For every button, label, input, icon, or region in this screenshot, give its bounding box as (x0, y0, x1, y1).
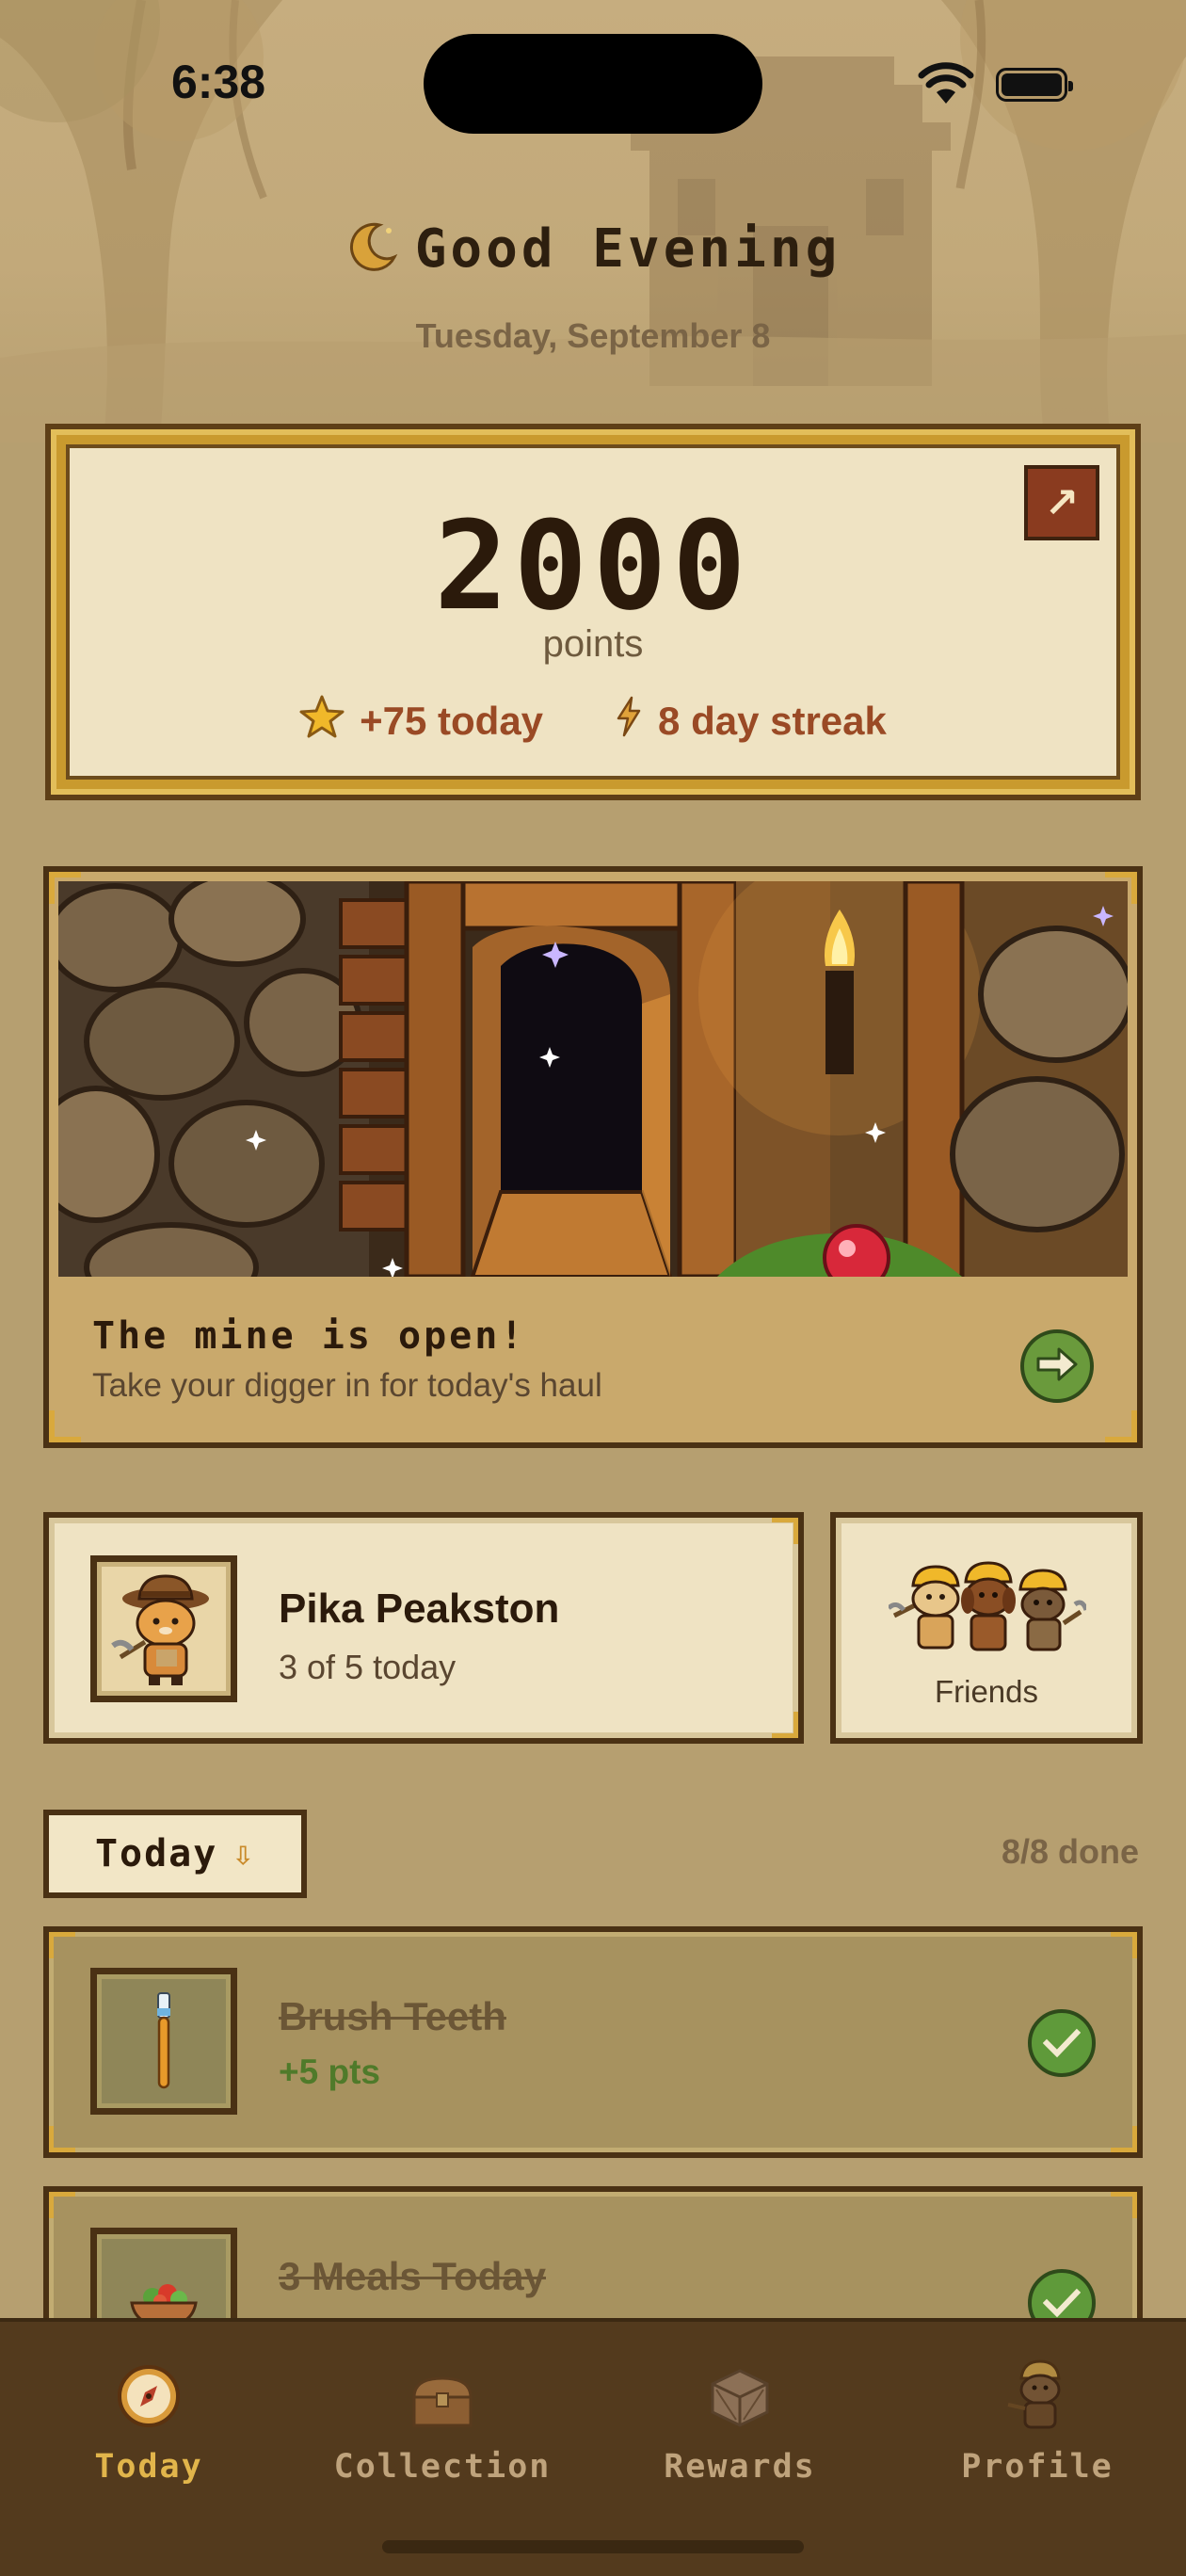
greeting-text: Good Evening (414, 218, 841, 280)
points-card[interactable]: ↗ 2000 points +75 today 8 day streak (45, 424, 1141, 800)
today-filter-label: Today (94, 1832, 218, 1876)
mine-card[interactable]: The mine is open! Take your digger in fo… (43, 866, 1143, 1448)
lightning-icon (615, 696, 643, 747)
today-filter-button[interactable]: Today ⇩ (43, 1810, 307, 1898)
friends-illustration (887, 1557, 1089, 1665)
points-stats: +75 today 8 day streak (70, 695, 1116, 748)
checkmark-icon[interactable] (1028, 2009, 1096, 2077)
battery-icon (996, 68, 1073, 102)
today-points-stat: +75 today (299, 695, 543, 748)
chest-icon (301, 2359, 584, 2429)
tab-today[interactable]: Today (8, 2359, 290, 2486)
profile-name: Pika Peakston (279, 1586, 560, 1632)
tab-label: Profile (961, 2448, 1114, 2486)
points-label: points (542, 623, 644, 665)
toothbrush-icon (90, 1968, 237, 2115)
enter-mine-button[interactable] (1020, 1329, 1094, 1403)
arrow-right-icon (1034, 1345, 1080, 1387)
tab-label: Collection (333, 2448, 552, 2486)
status-time: 6:38 (171, 56, 266, 108)
task-title: 3 Meals Today (279, 2254, 546, 2298)
crescent-moon-icon (345, 219, 398, 285)
task-item[interactable]: Brush Teeth +5 pts (43, 1926, 1143, 2158)
tab-label: Today (94, 2448, 203, 2486)
points-value: 2000 (434, 494, 752, 637)
tab-rewards[interactable]: Rewards (599, 2359, 881, 2486)
compass-icon (8, 2359, 290, 2429)
tab-label: Rewards (664, 2448, 816, 2486)
done-count: 8/8 done (1001, 1832, 1139, 1871)
star-icon (299, 695, 345, 748)
date-label: Tuesday, September 8 (415, 316, 771, 355)
profile-progress: 3 of 5 today (279, 1648, 457, 1686)
friends-label: Friends (934, 1674, 1039, 1709)
mine-subtitle: Take your digger in for today's haul (92, 1367, 602, 1404)
avatar (90, 1555, 237, 1702)
streak-text: 8 day streak (658, 699, 887, 743)
friends-button[interactable]: Friends (830, 1512, 1143, 1744)
profile-card[interactable]: Pika Peakston 3 of 5 today (43, 1512, 804, 1744)
mine-title: The mine is open! (92, 1314, 526, 1358)
streak-stat: 8 day streak (615, 695, 887, 748)
task-points: +5 pts (279, 2053, 380, 2091)
wifi-icon (918, 62, 974, 109)
dynamic-island (424, 34, 762, 134)
arrow-down-icon: ⇩ (232, 1834, 256, 1874)
mine-entrance-illustration (58, 881, 1128, 1277)
mole-miner-icon (896, 2359, 1178, 2429)
today-points-text: +75 today (360, 699, 544, 743)
task-title: Brush Teeth (279, 1994, 506, 2038)
tab-profile[interactable]: Profile (896, 2359, 1178, 2486)
tab-collection[interactable]: Collection (301, 2359, 584, 2486)
tab-bar: Today Collection Rewards Profile (0, 2318, 1186, 2576)
greeting: Good Evening (0, 218, 1186, 285)
crate-icon (599, 2359, 881, 2429)
home-indicator (382, 2540, 804, 2553)
